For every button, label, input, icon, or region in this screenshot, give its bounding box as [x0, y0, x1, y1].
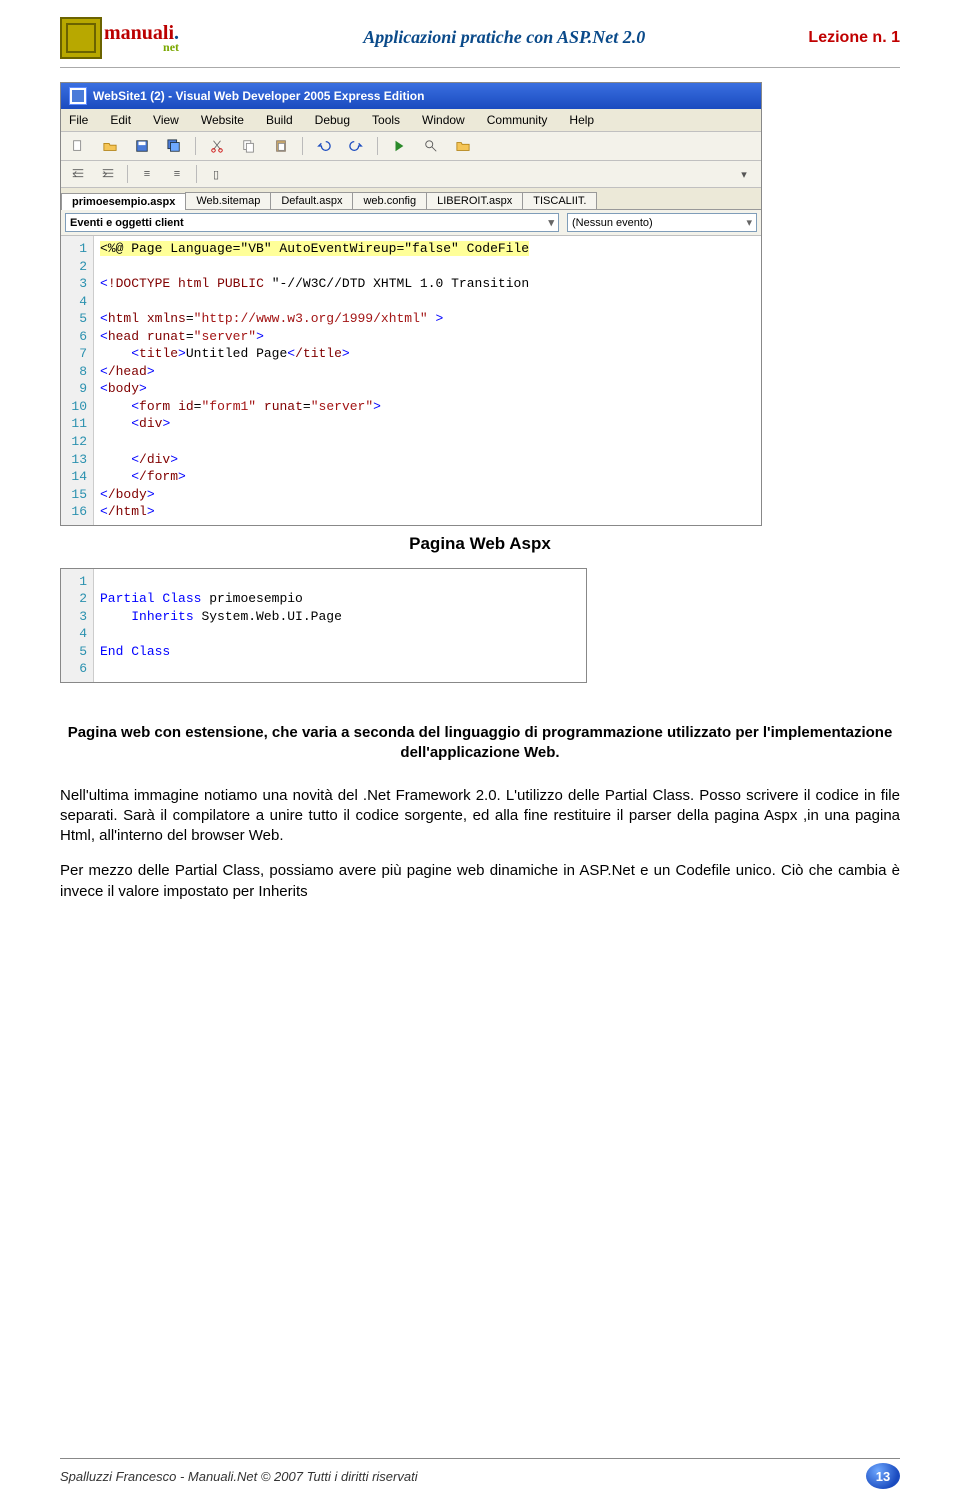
event-selector[interactable]: (Nessun evento) ▾ [567, 213, 757, 232]
separator [302, 137, 303, 155]
object-selector[interactable]: Eventi e oggetti client ▾ [65, 213, 559, 232]
titlebar: WebSite1 (2) - Visual Web Developer 2005… [61, 83, 761, 109]
paragraph: Per mezzo delle Partial Class, possiamo … [60, 861, 900, 902]
ide-screenshot-1: WebSite1 (2) - Visual Web Developer 2005… [60, 82, 762, 526]
tab-default[interactable]: Default.aspx [270, 192, 353, 209]
ide-screenshot-2: 123456 Partial Class primoesempio Inheri… [60, 568, 587, 683]
tab-primoesempio[interactable]: primoesempio.aspx [61, 193, 186, 210]
doc-header: manuali. net Applicazioni pratiche con A… [60, 10, 900, 65]
menu-item[interactable]: File [69, 113, 88, 127]
separator [127, 165, 128, 183]
menu-item[interactable]: Build [266, 113, 293, 127]
toolbar-main [61, 132, 761, 161]
paragraph: Nell'ultima immagine notiamo una novità … [60, 786, 900, 847]
line-gutter: 123456 [61, 569, 94, 682]
chevron-down-icon: ▾ [746, 216, 752, 229]
undo-icon[interactable] [313, 136, 335, 156]
menu-item[interactable]: Community [487, 113, 548, 127]
page-number: 13 [866, 1463, 900, 1489]
save-all-icon[interactable] [163, 136, 185, 156]
window-title: WebSite1 (2) - Visual Web Developer 2005… [93, 89, 424, 103]
code-area[interactable]: <%@ Page Language="VB" AutoEventWireup="… [94, 236, 535, 525]
save-icon[interactable] [131, 136, 153, 156]
footer-text: Spalluzzi Francesco - Manuali.Net © 2007… [60, 1469, 418, 1484]
menu-item[interactable]: Help [569, 113, 594, 127]
code-area[interactable]: Partial Class primoesempio Inherits Syst… [94, 569, 348, 682]
lead-paragraph: Pagina web con estensione, che varia a s… [60, 723, 900, 764]
chevron-down-icon: ▾ [548, 216, 554, 229]
menu-item[interactable]: Website [201, 113, 244, 127]
menu-item[interactable]: Debug [315, 113, 350, 127]
tab-tiscaliit[interactable]: TISCALIIT. [522, 192, 597, 209]
separator [196, 165, 197, 183]
indent-icon[interactable] [97, 164, 119, 184]
bookmark-icon[interactable]: ▯ [205, 164, 227, 184]
menubar: File Edit View Website Build Debug Tools… [61, 109, 761, 132]
menu-item[interactable]: View [153, 113, 179, 127]
line-gutter: 12345678910111213141516 [61, 236, 94, 525]
figure-caption: Pagina Web Aspx [60, 534, 900, 554]
menu-item[interactable]: Tools [372, 113, 400, 127]
page-footer: Spalluzzi Francesco - Manuali.Net © 2007… [60, 1458, 900, 1489]
folder-icon[interactable] [452, 136, 474, 156]
doc-title: Applicazioni pratiche con ASP.Net 2.0 [208, 27, 800, 48]
copy-icon[interactable] [238, 136, 260, 156]
uncomment-icon[interactable]: ≡ [166, 164, 188, 184]
logo: manuali. net [60, 10, 200, 65]
outdent-icon[interactable] [67, 164, 89, 184]
separator [377, 137, 378, 155]
toolbar-overflow-icon[interactable]: ▾ [733, 164, 755, 184]
lesson-number: Lezione n. 1 [808, 29, 900, 47]
tab-liberoit[interactable]: LIBEROIT.aspx [426, 192, 523, 209]
book-icon [60, 17, 102, 59]
app-icon [69, 87, 87, 105]
cut-icon[interactable] [206, 136, 228, 156]
document-tabs: primoesempio.aspx Web.sitemap Default.as… [61, 188, 761, 210]
run-icon[interactable] [388, 136, 410, 156]
open-icon[interactable] [99, 136, 121, 156]
comment-icon[interactable]: ≡ [136, 164, 158, 184]
menu-item[interactable]: Edit [110, 113, 131, 127]
object-event-bar: Eventi e oggetti client ▾ (Nessun evento… [61, 210, 761, 236]
tab-webconfig[interactable]: web.config [352, 192, 427, 209]
body-text: Pagina web con estensione, che varia a s… [60, 723, 900, 902]
menu-item[interactable]: Window [422, 113, 465, 127]
separator [195, 137, 196, 155]
code-editor[interactable]: 12345678910111213141516 <%@ Page Languag… [61, 236, 761, 525]
paste-icon[interactable] [270, 136, 292, 156]
new-file-icon[interactable] [67, 136, 89, 156]
divider [60, 67, 900, 68]
redo-icon[interactable] [345, 136, 367, 156]
find-icon[interactable] [420, 136, 442, 156]
toolbar-format: ≡ ≡ ▯ ▾ [61, 161, 761, 188]
tab-sitemap[interactable]: Web.sitemap [185, 192, 271, 209]
